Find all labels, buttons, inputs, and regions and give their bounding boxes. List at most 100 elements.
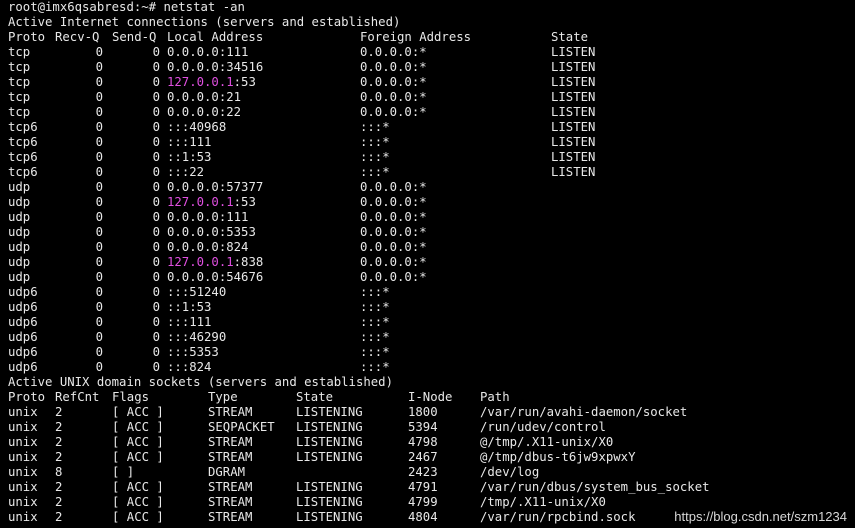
state-cell: LISTENING [296, 450, 363, 464]
table-row: udp6 0 0:::51240:::* [8, 285, 853, 300]
local-address-cell: 0.0.0.0:57377 [167, 180, 263, 195]
local-port: :111 [181, 135, 212, 149]
inode-cell: 5394 [408, 420, 438, 434]
local-port: :53 [189, 150, 212, 164]
header-state: State [551, 30, 589, 44]
path-cell: @/tmp/dbus-t6jw9xpwxY [480, 450, 636, 464]
local-address-cell: 127.0.0.1:53 [167, 195, 256, 210]
local-address-cell: :::46290 [167, 330, 226, 345]
inode-cell: 1800 [408, 405, 438, 419]
send-q-cell: 0 [152, 225, 160, 239]
state-cell: LISTENING [296, 435, 363, 449]
local-ip: 0.0.0.0 [167, 90, 219, 104]
local-port: :5353 [181, 345, 219, 359]
send-q-cell: 0 [152, 255, 160, 269]
table-row: unix 2 [ ACC ] STREAM LISTENING 4791/var/run/… [8, 480, 853, 495]
local-address-cell: :::51240 [167, 285, 226, 300]
type-cell: STREAM [208, 495, 253, 509]
type-cell: STREAM [208, 405, 253, 419]
proto-cell: tcp6 [8, 120, 38, 134]
local-address-cell: 0.0.0.0:22 [167, 105, 241, 120]
recv-q-cell: 0 [95, 255, 103, 269]
foreign-address-cell: :::* [360, 135, 390, 149]
local-port: :22 [181, 165, 205, 179]
proto-cell: unix [8, 510, 38, 524]
local-address-cell: ::1:53 [167, 300, 211, 315]
local-ip: 127.0.0.1 [167, 195, 234, 209]
foreign-address-cell: :::* [360, 285, 390, 299]
recv-q-cell: 0 [95, 270, 103, 284]
foreign-address-cell: 0.0.0.0:* [360, 225, 427, 239]
proto-cell: tcp [8, 75, 31, 89]
flags-cell: [ ACC ] [112, 420, 164, 434]
local-address-cell: :::111 [167, 315, 211, 330]
proto-cell: udp6 [8, 285, 38, 299]
table-row: unix 2 [ ACC ] STREAM LISTENING 4798 @/tmp/.X1… [8, 435, 853, 450]
proto-cell: udp [8, 210, 31, 224]
foreign-address-cell: 0.0.0.0:* [360, 180, 427, 194]
local-ip: :: [167, 165, 182, 179]
table-row: udp 0 0 0.0.0.0:111 0.0.0.0:* [8, 210, 853, 225]
local-ip: 0.0.0.0 [167, 225, 219, 239]
table-row: unix 2 [ ACC ] STREAM LISTENING 1800/var/run/… [8, 405, 853, 420]
refcnt-cell: 2 [55, 420, 63, 434]
send-q-cell: 0 [152, 135, 160, 149]
foreign-address-cell: :::* [360, 315, 390, 329]
send-q-cell: 0 [152, 90, 160, 104]
foreign-address-cell: 0.0.0.0:* [360, 240, 427, 254]
table-row: udp6 0 0:::5353:::* [8, 345, 853, 360]
path-cell: /var/run/dbus/system_bus_socket [480, 480, 710, 494]
path-cell: /var/run/rpcbind.sock [480, 510, 636, 524]
proto-cell: unix [8, 450, 38, 464]
recv-q-cell: 0 [95, 45, 103, 59]
table-row: udp6 0 0:::46290:::* [8, 330, 853, 345]
header-recv-q: Recv-Q [55, 30, 100, 44]
proto-cell: tcp [8, 45, 31, 59]
foreign-address-cell: :::* [360, 300, 390, 314]
path-cell: /tmp/.X11-unix/X0 [480, 495, 606, 509]
state-cell: LISTENING [296, 510, 363, 524]
local-ip: :: [167, 360, 182, 374]
refcnt-cell: 2 [55, 450, 63, 464]
recv-q-cell: 0 [95, 330, 103, 344]
local-ip: :: [167, 315, 182, 329]
local-port: :5353 [218, 225, 256, 239]
type-cell: STREAM [208, 510, 253, 524]
refcnt-cell: 2 [55, 480, 63, 494]
table-row: udp 0 0 0.0.0.0:5353 0.0.0.0:* [8, 225, 853, 240]
recv-q-cell: 0 [95, 345, 103, 359]
recv-q-cell: 0 [95, 105, 103, 119]
proto-cell: udp6 [8, 300, 38, 314]
recv-q-cell: 0 [95, 315, 103, 329]
state-cell: LISTEN [551, 150, 596, 164]
proto-cell: unix [8, 495, 38, 509]
unix-table: unix 2 [ ACC ] STREAM LISTENING 1800/var/run/… [8, 405, 853, 525]
table-row: udp 0 0 0.0.0.0:824 0.0.0.0:* [8, 240, 853, 255]
local-ip: :: [167, 135, 182, 149]
inode-cell: 2423 [408, 465, 438, 479]
inode-cell: 4791 [408, 480, 438, 494]
flags-cell: [ ACC ] [112, 510, 164, 524]
state-cell: LISTEN [551, 60, 596, 74]
recv-q-cell: 0 [95, 210, 103, 224]
state-cell: LISTENING [296, 495, 363, 509]
inet-table: tcp 0 0 0.0.0.0:111 0.0.0.0:* LISTEN tcp 0 0 0.0.… [8, 45, 853, 375]
local-address-cell: :::40968 [167, 120, 226, 135]
proto-cell: udp [8, 240, 31, 254]
refcnt-cell: 2 [55, 435, 63, 449]
local-ip: :: [167, 345, 182, 359]
foreign-address-cell: :::* [360, 120, 390, 134]
header-path: Path [480, 390, 510, 404]
terminal-output[interactable]: root@imx6qsabresd:~# netstat -an Active … [8, 0, 853, 525]
table-row: udp6 0 0::1:53:::* [8, 300, 853, 315]
inet-section-title: Active Internet connections (servers and… [8, 15, 401, 29]
local-address-cell: 0.0.0.0:111 [167, 45, 248, 60]
table-row: tcp 0 0 0.0.0.0:22 0.0.0.0:* LISTEN [8, 105, 853, 120]
local-ip: 0.0.0.0 [167, 270, 219, 284]
proto-cell: udp6 [8, 315, 38, 329]
state-cell: LISTEN [551, 135, 596, 149]
state-cell: LISTENING [296, 405, 363, 419]
header-flags: Flags [112, 390, 150, 404]
local-ip: 0.0.0.0 [167, 60, 219, 74]
table-row: tcp6 0 0::1:53:::* LISTEN [8, 150, 853, 165]
